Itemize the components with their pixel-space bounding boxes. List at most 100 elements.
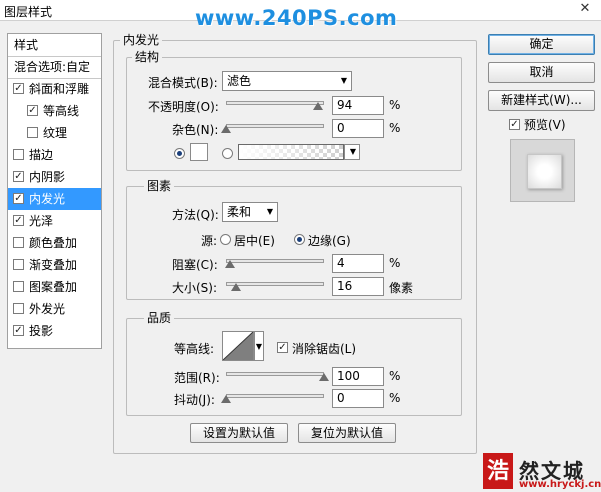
size-slider-thumb[interactable] — [230, 283, 241, 291]
cancel-button[interactable]: 取消 — [488, 62, 595, 83]
range-slider[interactable] — [226, 372, 324, 376]
style-list-item[interactable]: ✓ 内阴影 — [8, 166, 101, 188]
opacity-input[interactable]: 94 — [332, 96, 384, 115]
style-list-header[interactable]: 样式 — [8, 34, 101, 57]
size-unit: 像素 — [389, 281, 414, 295]
style-item-label: 光泽 — [29, 214, 54, 228]
watermark-text: www.240PS.com — [195, 6, 398, 30]
reset-default-button[interactable]: 复位为默认值 — [298, 423, 396, 443]
style-list-item[interactable]: 纹理 — [8, 122, 101, 144]
style-item-label: 投影 — [29, 324, 54, 338]
site-logo: 浩 然文城 www.hryckj.cn — [483, 453, 601, 492]
style-item-checkbox[interactable]: ✓ — [27, 105, 38, 116]
style-item-label: 等高线 — [43, 104, 80, 118]
style-item-checkbox[interactable] — [13, 303, 24, 314]
style-list-item[interactable]: ✓ 光泽 — [8, 210, 101, 232]
size-input[interactable]: 16 — [332, 277, 384, 296]
preview-checkbox[interactable]: ✓ — [509, 119, 520, 130]
style-item-label: 内发光 — [29, 192, 66, 206]
style-list-item[interactable]: ✓ 投影 — [8, 320, 101, 342]
opacity-label: 不透明度(O): — [148, 100, 219, 114]
style-item-checkbox[interactable] — [13, 259, 24, 270]
style-item-label: 斜面和浮雕 — [29, 82, 90, 96]
close-icon[interactable]: ✕ — [575, 1, 595, 17]
jitter-slider[interactable] — [226, 394, 324, 398]
method-select[interactable]: 柔和 ▼ — [222, 202, 278, 222]
style-item-label: 内阴影 — [29, 170, 66, 184]
opacity-slider[interactable] — [226, 101, 324, 105]
noise-unit: % — [389, 121, 401, 135]
elements-title: 图素 — [144, 177, 175, 194]
logo-url: www.hryckj.cn — [519, 479, 601, 490]
style-item-label: 描边 — [29, 148, 54, 162]
style-item-checkbox[interactable] — [13, 149, 24, 160]
range-label: 范围(R): — [174, 371, 220, 385]
noise-input[interactable]: 0 — [332, 119, 384, 138]
style-list-item[interactable]: 图案叠加 — [8, 276, 101, 298]
noise-label: 杂色(N): — [172, 123, 219, 137]
style-item-checkbox[interactable]: ✓ — [13, 193, 24, 204]
make-default-button[interactable]: 设置为默认值 — [190, 423, 288, 443]
style-list-item[interactable]: 颜色叠加 — [8, 232, 101, 254]
style-item-checkbox[interactable]: ✓ — [13, 325, 24, 336]
chevron-down-icon: ▼ — [266, 207, 273, 216]
antialias-label: 消除锯齿(L) — [292, 342, 357, 356]
ok-button[interactable]: 确定 — [488, 34, 595, 55]
blend-options-label: 混合选项:自定 — [14, 60, 91, 74]
style-item-label: 渐变叠加 — [29, 258, 78, 272]
style-item-label: 外发光 — [29, 302, 66, 316]
method-label: 方法(Q): — [172, 208, 219, 222]
chevron-down-icon: ▼ — [340, 76, 347, 85]
jitter-slider-thumb[interactable] — [221, 395, 231, 403]
noise-slider-thumb[interactable] — [221, 125, 231, 133]
color-radio[interactable] — [174, 148, 185, 159]
style-item-checkbox[interactable]: ✓ — [13, 171, 24, 182]
contour-dropdown[interactable]: ▼ — [254, 331, 264, 361]
source-edge-radio[interactable] — [294, 234, 305, 245]
contour-curve-icon — [223, 332, 253, 360]
style-list-item[interactable]: 描边 — [8, 144, 101, 166]
chevron-down-icon: ▼ — [255, 342, 262, 351]
chevron-down-icon: ▼ — [349, 147, 356, 156]
new-style-button[interactable]: 新建样式(W)... — [488, 90, 595, 111]
choke-slider[interactable] — [226, 259, 324, 263]
choke-input[interactable]: 4 — [332, 254, 384, 273]
glow-gradient-swatch[interactable] — [238, 144, 344, 160]
style-item-checkbox[interactable] — [13, 281, 24, 292]
opacity-unit: % — [389, 98, 401, 112]
preview-label: 预览(V) — [524, 118, 566, 132]
style-item-checkbox[interactable]: ✓ — [13, 215, 24, 226]
glow-color-swatch[interactable] — [190, 143, 208, 161]
style-item-checkbox[interactable] — [13, 237, 24, 248]
style-list-item[interactable]: ✓ 斜面和浮雕 — [8, 78, 101, 100]
jitter-label: 抖动(J): — [174, 393, 215, 407]
structure-title: 结构 — [132, 48, 163, 65]
range-unit: % — [389, 369, 401, 383]
quality-title: 品质 — [144, 309, 175, 326]
style-list-item[interactable]: ✓ 内发光 — [8, 188, 101, 210]
opacity-slider-thumb[interactable] — [313, 102, 324, 110]
noise-slider[interactable] — [226, 124, 324, 128]
blend-mode-value: 滤色 — [227, 74, 252, 88]
window-title: 图层样式 — [4, 5, 53, 19]
blend-mode-select[interactable]: 滤色 ▼ — [222, 71, 352, 91]
antialias-checkbox[interactable]: ✓ — [277, 342, 288, 353]
style-item-checkbox[interactable] — [27, 127, 38, 138]
style-list-item[interactable]: 渐变叠加 — [8, 254, 101, 276]
blend-options-item[interactable]: 混合选项:自定 — [8, 56, 101, 79]
contour-preview[interactable] — [222, 331, 254, 361]
style-list-item[interactable]: 外发光 — [8, 298, 101, 320]
gradient-dropdown[interactable]: ▼ — [344, 144, 360, 160]
choke-slider-thumb[interactable] — [224, 260, 235, 268]
contour-label: 等高线: — [174, 342, 215, 356]
style-item-label: 颜色叠加 — [29, 236, 78, 250]
range-input[interactable]: 100 — [332, 367, 384, 386]
section-title: 内发光 — [120, 31, 163, 48]
source-center-radio[interactable] — [220, 234, 231, 245]
style-item-checkbox[interactable]: ✓ — [13, 83, 24, 94]
jitter-input[interactable]: 0 — [332, 389, 384, 408]
style-list-item[interactable]: ✓ 等高线 — [8, 100, 101, 122]
logo-seal: 浩 — [483, 453, 513, 489]
range-slider-thumb[interactable] — [319, 373, 329, 381]
gradient-radio[interactable] — [222, 148, 233, 159]
